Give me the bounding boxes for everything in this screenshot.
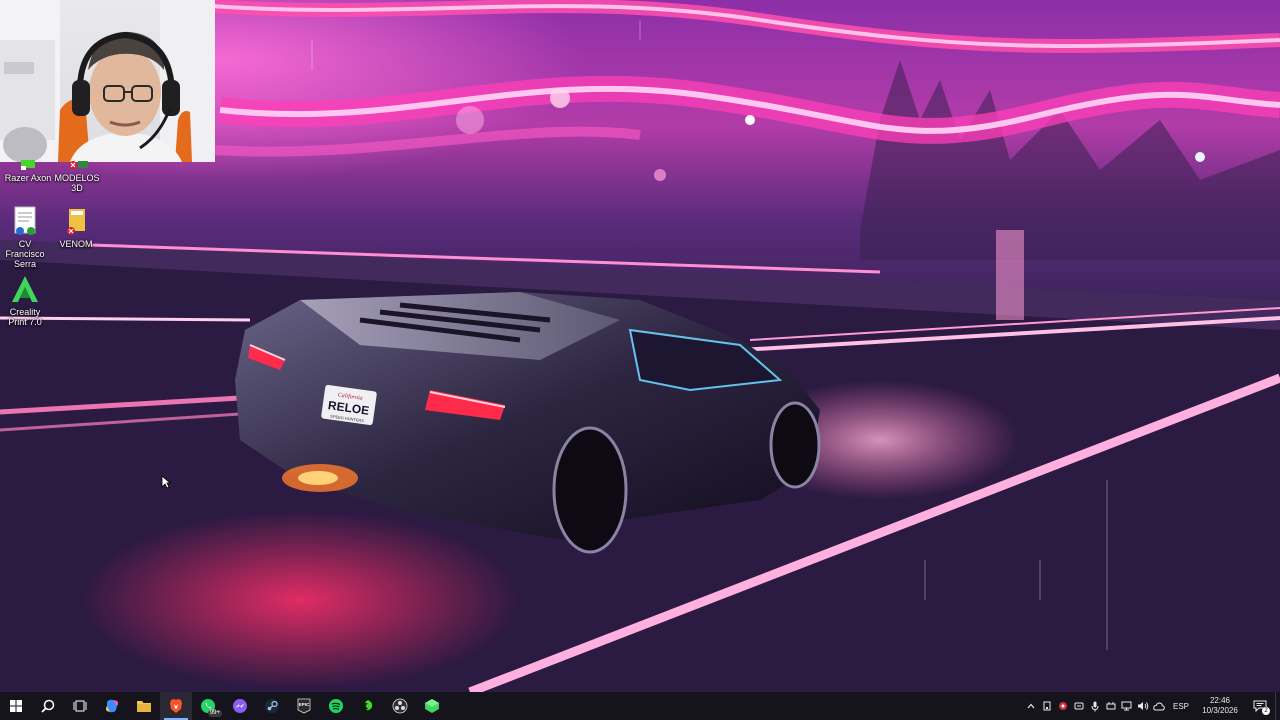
copilot-button[interactable] xyxy=(96,692,128,720)
whatsapp-unread-badge: 99+ xyxy=(207,710,222,717)
mouse-cursor xyxy=(161,475,172,494)
whatsapp-button[interactable]: 99+ xyxy=(192,692,224,720)
show-hidden-icons-button[interactable] xyxy=(1023,692,1039,720)
tray-security-button[interactable] xyxy=(1055,692,1071,720)
search-icon xyxy=(41,699,55,713)
creality-icon xyxy=(425,699,439,713)
document-icon xyxy=(10,206,40,236)
search-button[interactable] xyxy=(32,692,64,720)
obs-icon xyxy=(392,698,408,714)
spotify-button[interactable] xyxy=(320,692,352,720)
hardware-icon xyxy=(1106,702,1116,710)
razer-icon xyxy=(361,699,375,713)
streamer-webcam-feed xyxy=(0,0,215,162)
chevron-up-icon xyxy=(1027,703,1035,709)
volume-button[interactable] xyxy=(1135,692,1151,720)
microphone-icon xyxy=(1091,701,1099,711)
desktop-icon-label: VENOM xyxy=(59,239,93,249)
obs-button[interactable] xyxy=(384,692,416,720)
app-tray-icon xyxy=(1074,702,1084,710)
tray-extra-button[interactable] xyxy=(1103,692,1119,720)
taskbar: 99+ EPIC ESP 22:46 10/3/2026 2 xyxy=(0,692,1280,720)
folder-icon xyxy=(61,206,91,236)
desktop-icon-cv-francisco-serra[interactable]: CV Francisco Serra xyxy=(0,206,50,269)
windows-start-icon xyxy=(10,700,22,712)
task-view-button[interactable] xyxy=(64,692,96,720)
clock-button[interactable]: 22:46 10/3/2026 xyxy=(1195,696,1245,716)
system-tray: ESP 22:46 10/3/2026 2 xyxy=(1023,692,1280,720)
cloud-icon xyxy=(1153,701,1165,710)
copilot-icon xyxy=(106,699,118,713)
brave-icon xyxy=(170,699,182,713)
desktop-icon-label: Creality Print 7.0 xyxy=(8,307,42,327)
brave-button[interactable] xyxy=(160,692,192,720)
network-icon xyxy=(1121,701,1132,711)
folder-shortcut-icon xyxy=(62,160,92,170)
epic-games-icon: EPIC xyxy=(297,698,311,714)
security-icon xyxy=(1058,702,1067,710)
clock-time: 22:46 xyxy=(1209,696,1231,705)
epic-games-button[interactable]: EPIC xyxy=(288,692,320,720)
tray-device-button[interactable] xyxy=(1039,692,1055,720)
desktop-icon-label: MODELOS 3D xyxy=(54,173,100,193)
folder-icon xyxy=(137,701,151,712)
start-button[interactable] xyxy=(0,692,32,720)
spotify-icon xyxy=(329,699,343,713)
network-button[interactable] xyxy=(1119,692,1135,720)
volume-icon xyxy=(1137,702,1149,710)
tray-app-button[interactable] xyxy=(1071,692,1087,720)
desktop-icon-label: CV Francisco Serra xyxy=(5,239,45,269)
creality-button[interactable] xyxy=(416,692,448,720)
desktop-icon-venom[interactable]: VENOM xyxy=(48,206,104,249)
steam-icon xyxy=(265,699,279,713)
creality-print-icon xyxy=(10,274,40,304)
desktop-icon-creality-print[interactable]: Creality Print 7.0 xyxy=(0,274,50,327)
task-view-icon xyxy=(73,700,87,712)
desktop-icon-modelos-3d[interactable]: MODELOS 3D xyxy=(48,160,106,193)
file-explorer-button[interactable] xyxy=(128,692,160,720)
language-indicator[interactable]: ESP xyxy=(1167,702,1195,711)
microphone-button[interactable] xyxy=(1087,692,1103,720)
device-icon xyxy=(1043,701,1051,711)
messenger-icon xyxy=(233,699,247,713)
messenger-button[interactable] xyxy=(224,692,256,720)
razer-axon-icon xyxy=(13,160,43,170)
notification-center-button[interactable]: 2 xyxy=(1245,692,1275,720)
steam-button[interactable] xyxy=(256,692,288,720)
notification-count-badge: 2 xyxy=(1262,707,1270,715)
webcam-overlay xyxy=(0,0,215,162)
razer-synapse-button[interactable] xyxy=(352,692,384,720)
svg-text:EPIC: EPIC xyxy=(299,702,310,707)
show-desktop-button[interactable] xyxy=(1275,692,1280,720)
clock-date: 10/3/2026 xyxy=(1202,706,1238,715)
cloud-sync-button[interactable] xyxy=(1151,692,1167,720)
